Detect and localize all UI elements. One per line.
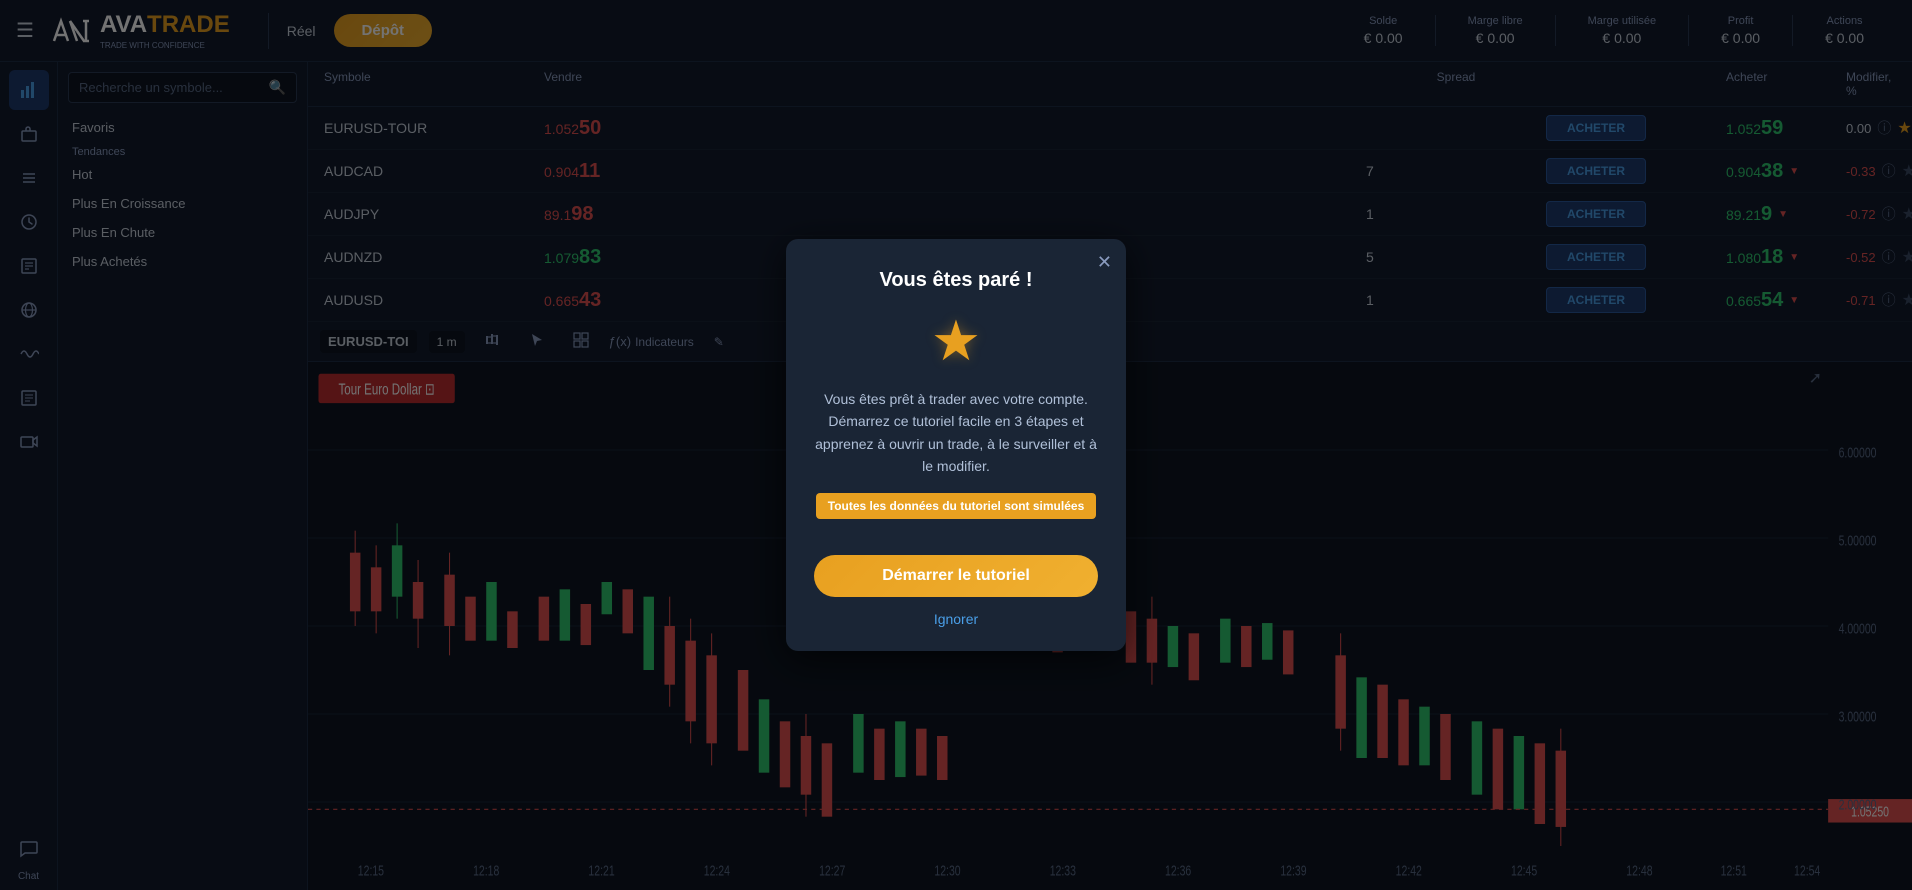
ignore-link[interactable]: Ignorer [814,611,1098,627]
tutorial-modal: ✕ Vous êtes paré ! ★ Vous êtes prêt à tr… [786,239,1126,652]
modal-body-text: Vous êtes prêt à trader avec votre compt… [814,388,1098,478]
modal-star-icon: ★ [814,308,1098,374]
modal-notice-text: Toutes les données du tutoriel sont simu… [816,493,1097,519]
start-tutorial-button[interactable]: Démarrer le tutoriel [814,555,1098,597]
modal-close-button[interactable]: ✕ [1097,253,1112,271]
modal-title: Vous êtes paré ! [814,269,1098,292]
modal-overlay: ✕ Vous êtes paré ! ★ Vous êtes prêt à tr… [0,0,1912,890]
modal-notice-wrapper: Toutes les données du tutoriel sont simu… [814,493,1098,537]
